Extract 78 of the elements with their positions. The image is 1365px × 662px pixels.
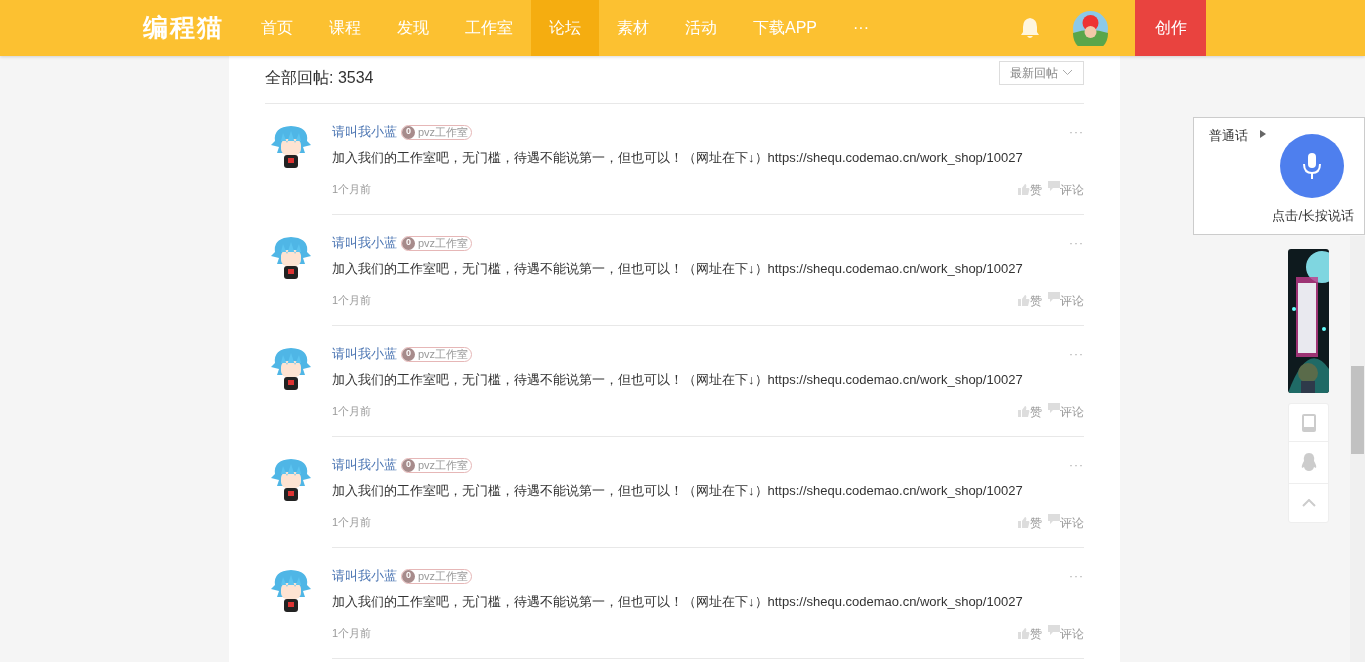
chevron-up-icon [1301, 499, 1316, 507]
like-button[interactable]: 赞 [1018, 402, 1042, 421]
comment-button[interactable]: 评论 [1048, 624, 1084, 643]
thumb-icon [1018, 517, 1030, 528]
comment-button[interactable]: 评论 [1048, 513, 1084, 532]
studio-name: pvz工作室 [418, 124, 469, 140]
author-name[interactable]: 请叫我小蓝 [332, 344, 397, 364]
microphone-icon [1302, 152, 1322, 180]
nav-tab[interactable]: 首页 [243, 0, 311, 56]
avatar-icon [269, 123, 313, 171]
level-badge: 0 [402, 125, 415, 139]
reply-text: 加入我们的工作室吧，无门槛，待遇不能说第一，但也可以！（网址在下↓）https://shequ.codemao.cn/work_shop/10027 [332, 593, 1024, 611]
penguin-icon [1300, 453, 1317, 472]
reply-time: 1个月前 [332, 404, 372, 420]
avatar-icon [269, 345, 313, 393]
like-button[interactable]: 赞 [1018, 180, 1042, 199]
studio-name: pvz工作室 [418, 568, 469, 584]
more-button[interactable]: ··· [1069, 567, 1084, 585]
avatar-icon [269, 567, 313, 615]
like-button[interactable]: 赞 [1018, 291, 1042, 310]
nav-tab[interactable]: 发现 [379, 0, 447, 56]
thumb-icon [1018, 406, 1030, 417]
speech-bubble-icon [1048, 402, 1060, 413]
level-badge: 0 [402, 347, 415, 361]
speech-bubble-icon [1048, 624, 1060, 635]
reply-text: 加入我们的工作室吧，无门槛，待遇不能说第一，但也可以！（网址在下↓）https://shequ.codemao.cn/work_shop/10027 [332, 371, 1024, 389]
triangle-icon [1260, 129, 1266, 138]
studio-name: pvz工作室 [418, 235, 469, 251]
thumb-icon [1018, 628, 1030, 639]
speech-bubble-icon [1048, 180, 1060, 191]
sort-dropdown[interactable]: 最新回帖 [999, 60, 1084, 85]
level-badge: 0 [402, 458, 415, 472]
reply-text: 加入我们的工作室吧，无门槛，待遇不能说第一，但也可以！（网址在下↓）https://shequ.codemao.cn/work_shop/10027 [332, 482, 1024, 500]
speech-bubble-icon [1048, 291, 1060, 302]
comment-button[interactable]: 评论 [1048, 180, 1084, 199]
nav-tab[interactable]: ··· [835, 0, 887, 56]
voice-hint: 点击/长按说话 [1272, 206, 1354, 225]
speech-bubble-icon [1048, 513, 1060, 524]
language-selector[interactable]: 普通话 [1209, 126, 1248, 146]
author-name[interactable]: 请叫我小蓝 [332, 455, 397, 475]
avatar-icon [269, 456, 313, 504]
comment-button[interactable]: 评论 [1048, 402, 1084, 421]
thumb-icon [1018, 184, 1030, 195]
reply-time: 1个月前 [332, 293, 372, 309]
reply-time: 1个月前 [332, 515, 372, 531]
like-button[interactable]: 赞 [1018, 513, 1042, 532]
reply-time: 1个月前 [332, 182, 372, 198]
logo[interactable]: 编程猫 [143, 9, 224, 47]
more-button[interactable]: ··· [1069, 345, 1084, 363]
phone-icon [1301, 413, 1316, 432]
level-badge: 0 [402, 569, 415, 583]
nav-tab[interactable]: 课程 [311, 0, 379, 56]
more-button[interactable]: ··· [1069, 234, 1084, 252]
nav-tab[interactable]: 素材 [599, 0, 667, 56]
studio-name: pvz工作室 [418, 457, 469, 473]
reply-count: 全部回帖: 3534 [265, 67, 374, 88]
reply-text: 加入我们的工作室吧，无门槛，待遇不能说第一，但也可以！（网址在下↓）https://shequ.codemao.cn/work_shop/10027 [332, 260, 1024, 278]
bell-icon[interactable] [1020, 17, 1040, 39]
comment-button[interactable]: 评论 [1048, 291, 1084, 310]
level-badge: 0 [402, 236, 415, 250]
nav-tab[interactable]: 活动 [667, 0, 735, 56]
more-button[interactable]: ··· [1069, 456, 1084, 474]
thumb-icon [1018, 295, 1030, 306]
create-button[interactable]: 创作 [1135, 0, 1206, 56]
reply-time: 1个月前 [332, 626, 372, 642]
author-name[interactable]: 请叫我小蓝 [332, 122, 397, 142]
user-avatar[interactable] [1073, 10, 1108, 46]
author-name[interactable]: 请叫我小蓝 [332, 233, 397, 253]
nav-tab[interactable]: 工作室 [447, 0, 531, 56]
nav-tab[interactable]: 论坛 [531, 0, 599, 56]
like-button[interactable]: 赞 [1018, 624, 1042, 643]
chevron-down-icon [1062, 69, 1073, 76]
studio-name: pvz工作室 [418, 346, 469, 362]
avatar-icon [269, 234, 313, 282]
reply-text: 加入我们的工作室吧，无门槛，待遇不能说第一，但也可以！（网址在下↓）https://shequ.codemao.cn/work_shop/10027 [332, 149, 1024, 167]
author-name[interactable]: 请叫我小蓝 [332, 566, 397, 586]
more-button[interactable]: ··· [1069, 123, 1084, 141]
nav-tab[interactable]: 下载APP [735, 0, 835, 56]
